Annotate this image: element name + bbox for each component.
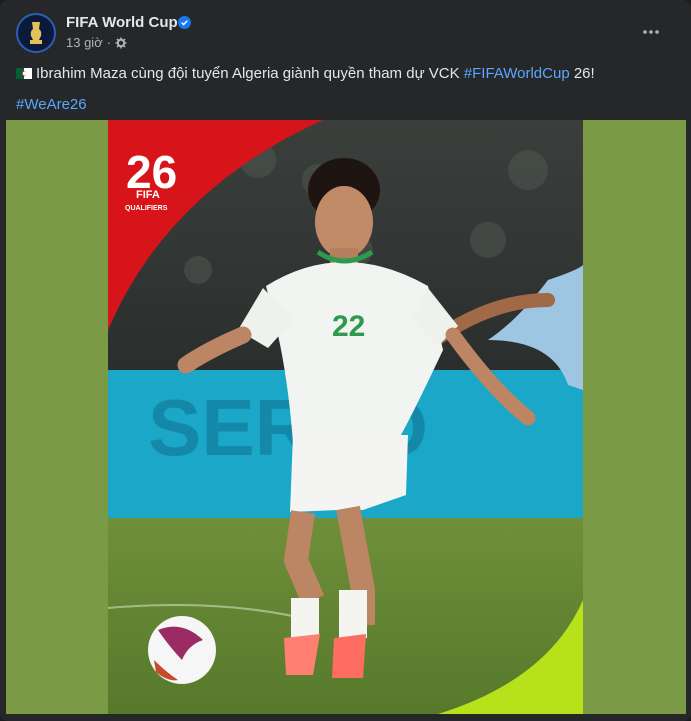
post-image[interactable]: SERPO 26 FIFA QUALIFIERS 22 <box>6 120 686 714</box>
verified-badge-icon <box>178 16 191 29</box>
more-options-icon[interactable] <box>637 18 665 46</box>
caption-text: Ibrahim Maza cùng đội tuyển Algeria giàn… <box>36 65 460 82</box>
post-timestamp[interactable]: 13 giờ <box>66 35 103 50</box>
post-card: FIFA World Cup 13 giờ · Ibrahim Maza cùn… <box>0 0 691 721</box>
jersey-number: 22 <box>332 310 365 343</box>
algeria-flag-icon <box>16 68 32 79</box>
hashtag-fifaworldcup[interactable]: #FIFAWorldCup <box>464 65 570 82</box>
page-name[interactable]: FIFA World Cup <box>66 14 178 31</box>
badge-sub: QUALIFIERS <box>125 205 168 212</box>
player-photo: SERPO 26 FIFA QUALIFIERS 22 <box>108 120 583 714</box>
post-caption: Ibrahim Maza cùng đội tuyển Algeria giàn… <box>16 62 675 116</box>
post-header: FIFA World Cup 13 giờ · <box>16 12 675 56</box>
fifa-avatar-icon[interactable] <box>16 13 56 53</box>
badge-brand: FIFA <box>136 189 160 201</box>
globe-gear-icon <box>115 37 127 48</box>
post-meta: 13 giờ · <box>66 35 127 50</box>
hashtag-weare26[interactable]: #WeAre26 <box>16 96 87 113</box>
caption-suffix: 26! <box>573 65 595 82</box>
